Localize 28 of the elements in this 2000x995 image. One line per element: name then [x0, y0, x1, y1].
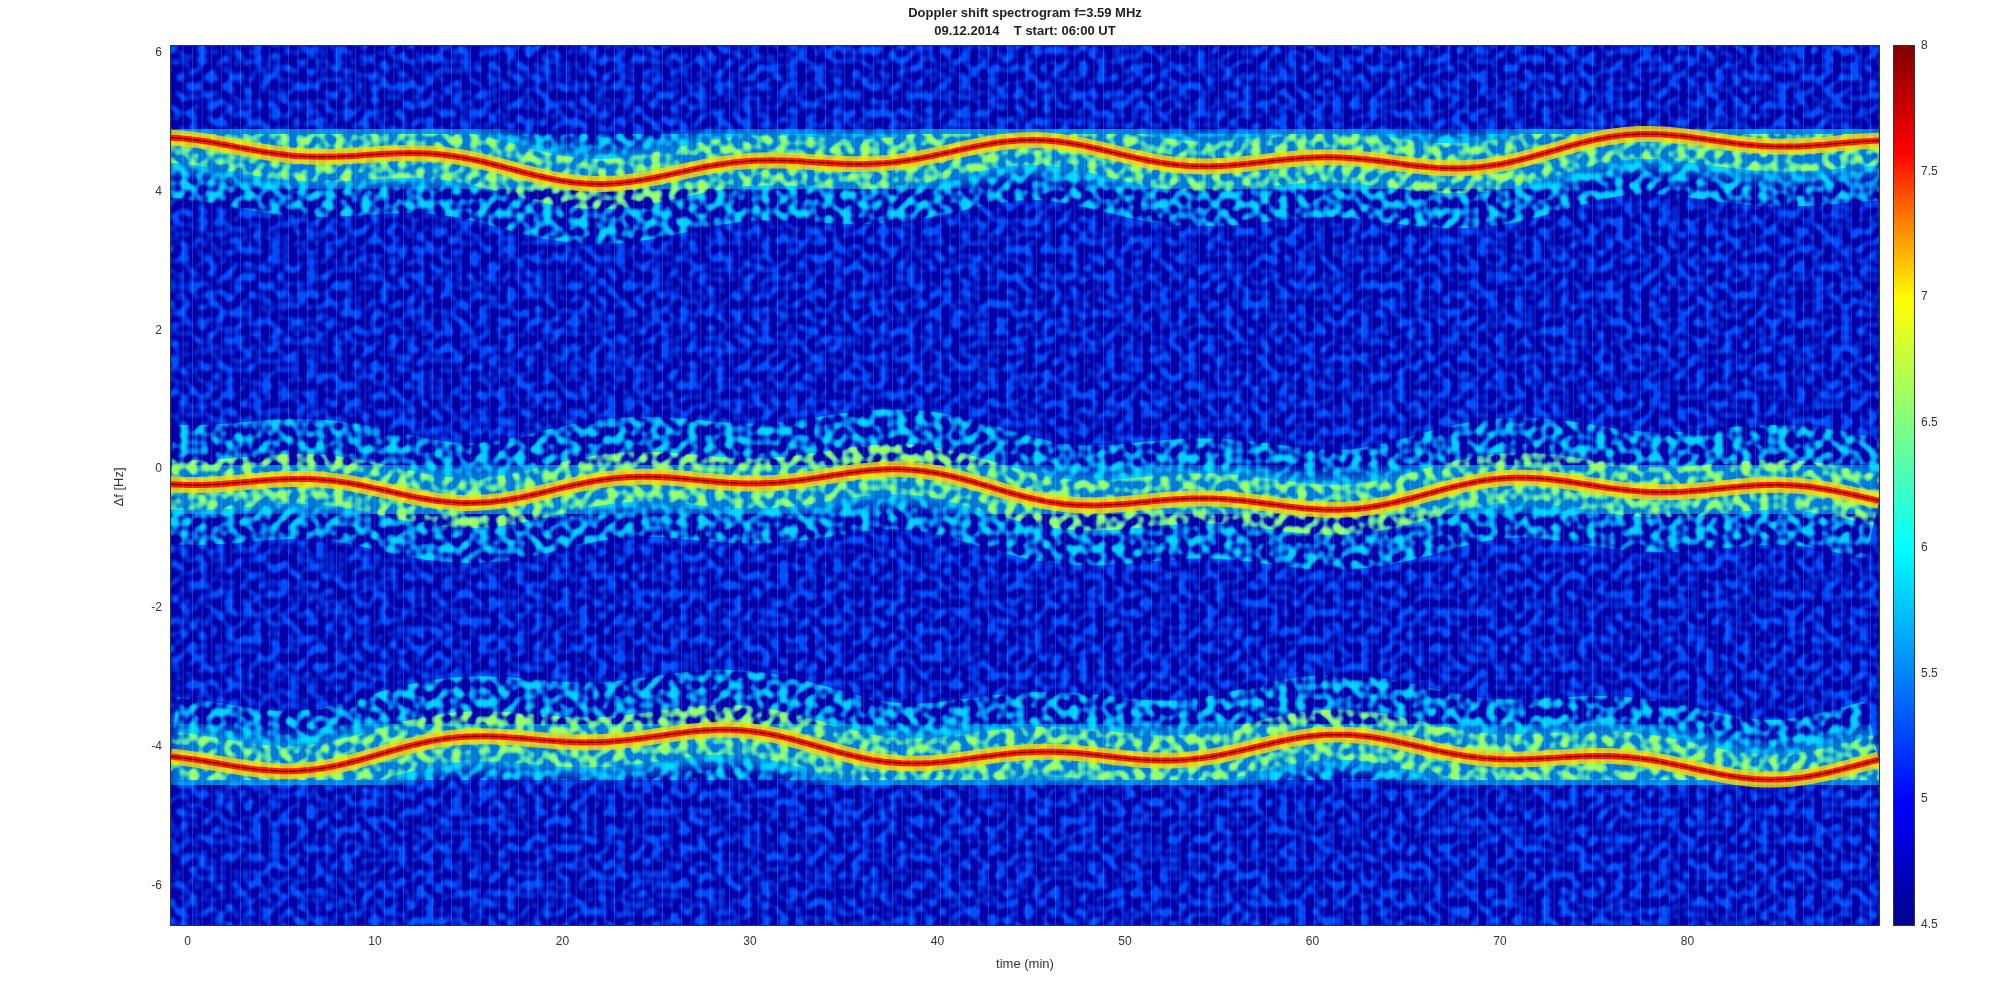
axis-tick-label: -2 — [151, 600, 162, 615]
axis-label: Δf [Hz] — [110, 467, 126, 507]
axis-tick-label: 80 — [1680, 934, 1695, 948]
axis-tick-label: 50 — [1118, 934, 1132, 948]
axis-tick-label: 0 — [155, 461, 162, 476]
colorbar-tick-label: 4.5 — [1921, 917, 1938, 931]
axis-tick-label: -6 — [151, 877, 162, 892]
axis-tick-label: -4 — [151, 739, 162, 753]
axis-tick-label: 20 — [555, 934, 570, 948]
chart-title: Doppler shift spectrogram f=3.59 MHz — [908, 4, 1142, 22]
axis-tick-label: 40 — [930, 934, 945, 948]
colorbar-tick-label: 6.5 — [1921, 414, 1938, 429]
colorbar-tick-label: 7.5 — [1921, 163, 1938, 178]
colorbar-tick-label: 6 — [1921, 540, 1928, 555]
colorbar-tick-label: 7 — [1921, 289, 1928, 304]
axis-tick-label: 6 — [155, 45, 162, 59]
axis-tick-label: 30 — [743, 934, 757, 948]
axis-label: time (min) — [996, 956, 1054, 971]
axis-tick-label: 2 — [155, 322, 162, 337]
axis-tick-label: 4 — [155, 183, 162, 198]
chart-subtitle: 09.12.2014 T start: 06:00 UT — [934, 22, 1116, 40]
axis-tick-label: 70 — [1493, 934, 1507, 948]
colorbar-tick-label: 5.5 — [1921, 665, 1938, 680]
colorbar-tick-label: 5 — [1921, 791, 1928, 806]
colorbar-tick-label: 8 — [1921, 38, 1928, 52]
axis-tick-label: 10 — [368, 934, 382, 948]
axis-tick-label: 0 — [184, 934, 191, 948]
axis-tick-label: 60 — [1305, 934, 1320, 948]
